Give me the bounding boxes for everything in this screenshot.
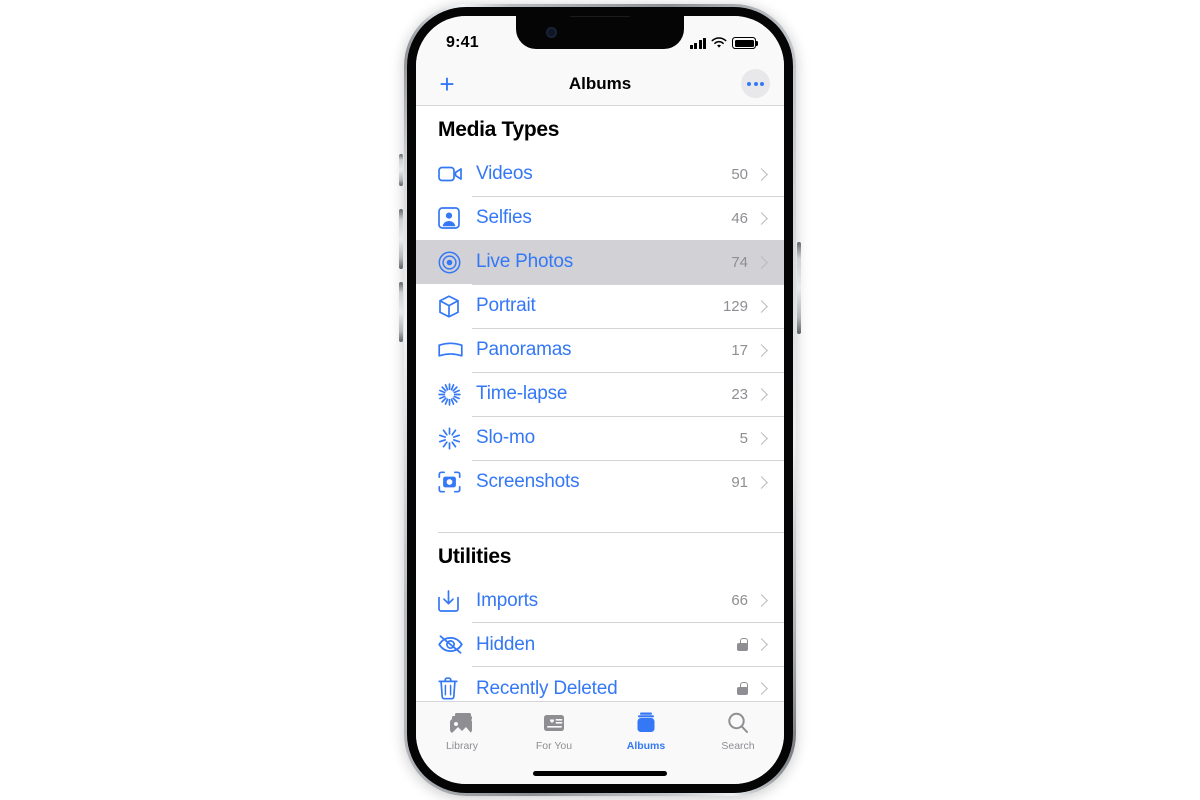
album-row-count: 129 — [722, 297, 748, 315]
tab-for-you-label: For You — [535, 740, 573, 752]
album-row-label: Time-lapse — [476, 383, 568, 404]
album-row-panoramas[interactable]: Panoramas 17 — [416, 328, 784, 372]
chevron-right-icon — [755, 211, 768, 225]
volume-up-button[interactable] — [399, 209, 403, 269]
slomo-icon — [438, 425, 468, 451]
live-photo-icon — [438, 249, 468, 275]
battery-full-icon — [732, 37, 759, 49]
album-row-label: Screenshots — [476, 471, 580, 492]
chevron-right-icon — [755, 594, 768, 607]
album-row-count: 91 — [731, 473, 748, 491]
import-icon — [438, 588, 468, 614]
chevron-right-icon — [755, 255, 768, 269]
cellular-bars-icon — [689, 37, 706, 49]
album-row-label: Portrait — [476, 295, 536, 316]
albums-book-icon — [634, 710, 658, 736]
status-time: 9:41 — [446, 34, 479, 51]
volume-down-button[interactable] — [399, 282, 403, 342]
chevron-right-icon — [755, 167, 768, 181]
chevron-right-icon — [755, 299, 768, 313]
album-row-imports[interactable]: Imports 66 — [416, 579, 784, 623]
tab-library[interactable]: Library — [416, 710, 508, 752]
album-row-videos[interactable]: Videos 50 — [416, 152, 784, 196]
eye-slash-icon — [438, 632, 468, 658]
album-row-count: 17 — [731, 341, 748, 359]
mute-switch-button[interactable] — [399, 154, 403, 186]
tab-albums-label: Albums — [626, 740, 666, 752]
tab-albums[interactable]: Albums — [600, 710, 692, 752]
lock-icon — [737, 682, 748, 695]
earpiece-speaker-icon — [569, 16, 631, 17]
chevron-right-icon — [755, 475, 768, 489]
navigation-bar: + Albums — [416, 62, 784, 106]
albums-list[interactable]: Media Types Videos 50 Selfies 46 Live Photos 7… — [416, 106, 784, 701]
album-row-count: 74 — [731, 253, 748, 271]
wifi-icon — [711, 37, 727, 48]
album-row-label: Slo-mo — [476, 427, 535, 448]
album-row-count: 23 — [731, 385, 748, 403]
more-options-button[interactable] — [741, 69, 770, 98]
album-row-label: Recently Deleted — [476, 677, 618, 699]
album-row-screenshots[interactable]: Screenshots 91 — [416, 460, 784, 504]
album-row-label: Panoramas — [476, 339, 572, 360]
magnifier-icon — [726, 710, 750, 736]
phone-device: 9:41 + Albums Media Types Videos 50 Self… — [399, 4, 801, 796]
section-header: Media Types — [438, 118, 560, 141]
album-row-count: 5 — [739, 429, 748, 447]
phone-bezel: 9:41 + Albums Media Types Videos 50 Self… — [407, 7, 793, 793]
album-row-selfies[interactable]: Selfies 46 — [416, 196, 784, 240]
album-row-portrait[interactable]: Portrait 129 — [416, 284, 784, 328]
page-title: Albums — [568, 73, 632, 93]
tab-search-label: Search — [721, 740, 755, 752]
album-row-recently-deleted[interactable]: Recently Deleted — [416, 667, 784, 702]
album-row-count: 66 — [731, 592, 748, 609]
chevron-right-icon — [755, 387, 768, 401]
album-row-live-photos[interactable]: Live Photos 74 — [416, 240, 784, 284]
tab-bar: Library For You Albums Search — [416, 701, 784, 784]
home-indicator[interactable] — [533, 771, 667, 776]
album-row-count: 46 — [731, 209, 748, 227]
trash-icon — [438, 676, 468, 702]
phone-screen: 9:41 + Albums Media Types Videos 50 Self… — [416, 16, 784, 784]
power-button[interactable] — [797, 242, 801, 334]
section-header: Utilities — [438, 544, 512, 568]
album-row-label: Imports — [476, 589, 538, 611]
timelapse-icon — [438, 381, 468, 407]
cube-icon — [438, 293, 468, 319]
notch — [516, 16, 684, 49]
tab-library-label: Library — [445, 740, 479, 752]
album-row-label: Videos — [476, 163, 533, 184]
tab-for-you[interactable]: For You — [508, 710, 600, 752]
lock-icon — [737, 638, 748, 651]
album-row-label: Hidden — [476, 633, 536, 655]
status-indicators — [689, 37, 759, 49]
chevron-right-icon — [755, 682, 768, 695]
video-camera-icon — [438, 161, 468, 187]
album-row-time-lapse[interactable]: Time-lapse 23 — [416, 372, 784, 416]
screenshot-icon — [438, 469, 468, 495]
chevron-right-icon — [755, 638, 768, 651]
album-row-hidden[interactable]: Hidden — [416, 623, 784, 667]
album-row-label: Selfies — [476, 207, 532, 228]
tab-search[interactable]: Search — [692, 710, 784, 752]
album-row-count: 50 — [731, 165, 748, 183]
photos-stack-icon — [449, 710, 475, 736]
album-row-slo-mo[interactable]: Slo-mo 5 — [416, 416, 784, 460]
person-square-icon — [438, 205, 468, 231]
album-row-label: Live Photos — [476, 251, 574, 272]
chevron-right-icon — [755, 343, 768, 357]
chevron-right-icon — [755, 431, 768, 445]
for-you-card-icon — [543, 710, 565, 736]
front-camera-icon — [546, 27, 557, 38]
panorama-icon — [438, 337, 468, 363]
